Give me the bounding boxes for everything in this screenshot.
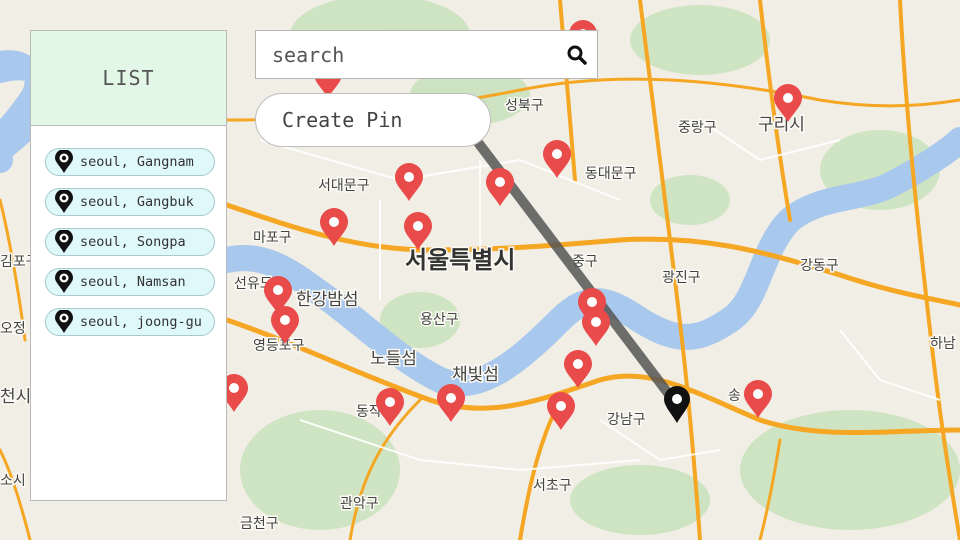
- create-pin-button[interactable]: Create Pin: [255, 93, 491, 147]
- map-label-seocho: 서초구: [533, 478, 572, 494]
- list-title: LIST: [31, 31, 226, 126]
- list-item-namsan[interactable]: seoul, Namsan: [45, 268, 215, 296]
- map-label-dongdaemun: 동대문구: [585, 166, 637, 182]
- list-item-joong-gu[interactable]: seoul, joong-gu: [45, 308, 215, 336]
- location-pin-icon: [54, 150, 76, 174]
- map-label-mapo: 마포구: [253, 230, 292, 246]
- list-item-label: seoul, Gangbuk: [80, 194, 194, 210]
- map-label-gwanak: 관악구: [340, 496, 379, 512]
- map-label-so: 소시: [0, 473, 26, 489]
- map-label-city: 서울특별시: [405, 246, 515, 274]
- map-label-cheon: 천시: [0, 387, 31, 407]
- search-icon[interactable]: [557, 31, 597, 78]
- location-pin-icon: [54, 310, 76, 334]
- map-label-hangang-park: 한강밤섬: [296, 290, 359, 310]
- pin-list-panel: LIST seoul, Gangnam seoul, Gangbuk seoul…: [30, 30, 227, 501]
- location-pin-icon: [54, 270, 76, 294]
- list-item-label: seoul, Namsan: [80, 274, 186, 290]
- map-label-seodaemun: 서대문구: [318, 178, 370, 194]
- search-input[interactable]: [256, 31, 557, 78]
- location-pin-icon: [54, 190, 76, 214]
- map-label-nodeulseom: 노들섬: [370, 349, 417, 369]
- pin-list: seoul, Gangnam seoul, Gangbuk seoul, Son…: [31, 126, 226, 336]
- location-pin-icon: [54, 230, 76, 254]
- list-item-songpa[interactable]: seoul, Songpa: [45, 228, 215, 256]
- map-label-gwangjin: 광진구: [662, 270, 701, 286]
- map-label-gangdong: 강동구: [800, 258, 839, 274]
- map-label-songpa: 송: [728, 388, 741, 404]
- map-label-hanam: 하남: [930, 336, 956, 352]
- list-item-gangbuk[interactable]: seoul, Gangbuk: [45, 188, 215, 216]
- list-item-label: seoul, joong-gu: [80, 314, 202, 330]
- list-item-label: seoul, Gangnam: [80, 154, 194, 170]
- list-item-label: seoul, Songpa: [80, 234, 186, 250]
- map-label-jungnang: 중랑구: [678, 120, 717, 136]
- map-label-gangnam: 강남구: [607, 412, 646, 428]
- map-label-yeongdeungpo: 영등포구: [253, 338, 305, 354]
- map-label-chaebitseom: 채빛섬: [452, 365, 499, 385]
- map-label-yongsan: 용산구: [420, 312, 459, 328]
- list-item-gangnam[interactable]: seoul, Gangnam: [45, 148, 215, 176]
- map-label-ojeong: 오정: [0, 321, 26, 337]
- map-label-guri: 구리시: [758, 115, 805, 135]
- map-label-geumcheon: 금천구: [240, 516, 279, 532]
- search-bar: [255, 30, 598, 79]
- create-pin-label: Create Pin: [282, 108, 403, 132]
- map-label-seongbuk: 성북구: [505, 98, 544, 114]
